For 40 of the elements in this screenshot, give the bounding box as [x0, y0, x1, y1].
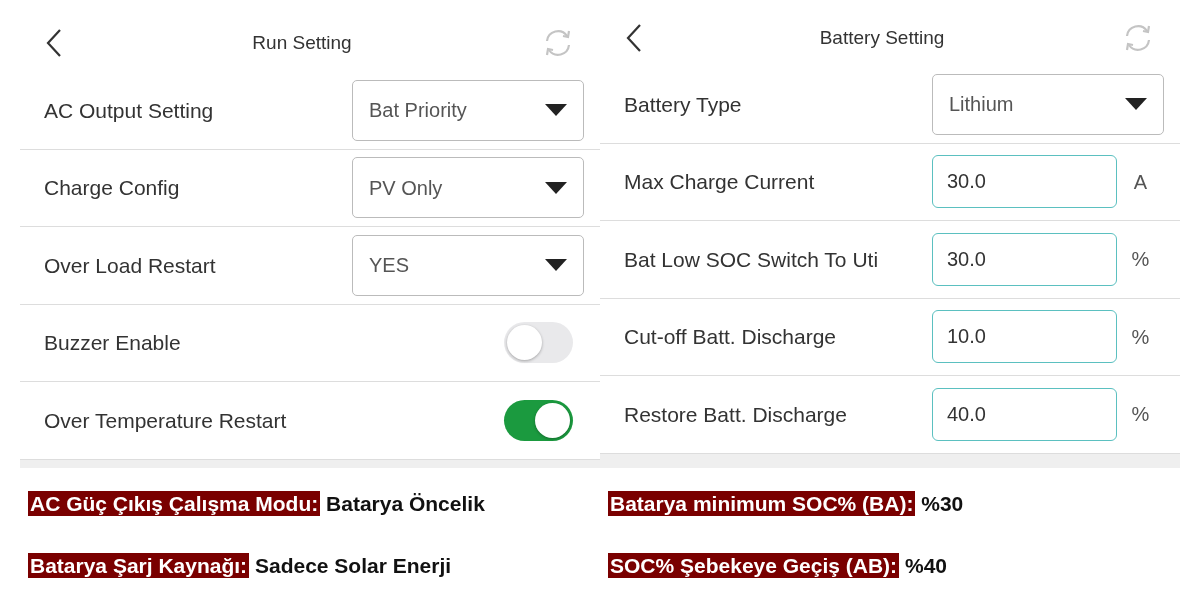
note-label: AC Güç Çıkış Çalışma Modu: [28, 491, 321, 516]
note-label: SOC% Şebekeye Geçiş (AB): [608, 553, 900, 578]
caret-icon [1125, 98, 1147, 111]
note-value: %30 [921, 492, 964, 515]
input-field[interactable]: 40.0 [932, 387, 1117, 441]
dropdown[interactable]: Bat Priority [352, 79, 584, 141]
setting-label: Buzzer Enable [44, 330, 182, 356]
dropdown[interactable]: PV Only [352, 157, 584, 219]
setting-label: AC Output Setting [44, 97, 215, 124]
setting-label: Over Temperature Restart [44, 407, 288, 434]
toggle-switch[interactable] [504, 322, 573, 364]
note-label: Batarya minimum SOC% (BA): [608, 491, 916, 516]
unit-label: % [1130, 402, 1151, 428]
unit-label: A [1132, 169, 1149, 195]
toggle-switch[interactable] [504, 399, 573, 441]
dropdown[interactable]: Lithium [932, 73, 1164, 135]
dropdown[interactable]: YES [352, 234, 584, 296]
screen-title: Run Setting [252, 30, 352, 55]
back-icon[interactable] [626, 23, 642, 53]
note-value: %40 [904, 554, 947, 577]
caret-icon [545, 104, 567, 117]
back-icon[interactable] [46, 28, 62, 58]
setting-label: Bat Low SOC Switch To Uti [624, 246, 880, 273]
unit-label: % [1130, 247, 1151, 273]
setting-label: Cut-off Batt. Discharge [624, 324, 838, 350]
setting-label: Battery Type [624, 91, 743, 118]
input-field[interactable]: 30.0 [932, 232, 1117, 286]
note-value: Batarya Öncelik [326, 492, 485, 515]
input-field[interactable]: 30.0 [932, 155, 1117, 209]
screen-title: Battery Setting [819, 25, 945, 50]
setting-label: Restore Batt. Discharge [624, 401, 848, 428]
setting-label: Max Charge Current [624, 169, 816, 195]
setting-label: Charge Config [44, 175, 181, 201]
setting-label: Over Load Restart [44, 252, 217, 279]
caret-icon [545, 181, 567, 194]
input-field[interactable]: 10.0 [932, 310, 1117, 364]
caret-icon [545, 259, 567, 272]
note-value: Sadece Solar Enerji [254, 554, 452, 577]
unit-label: % [1130, 324, 1151, 350]
note-label: Batarya Şarj Kaynağı: [28, 553, 250, 578]
